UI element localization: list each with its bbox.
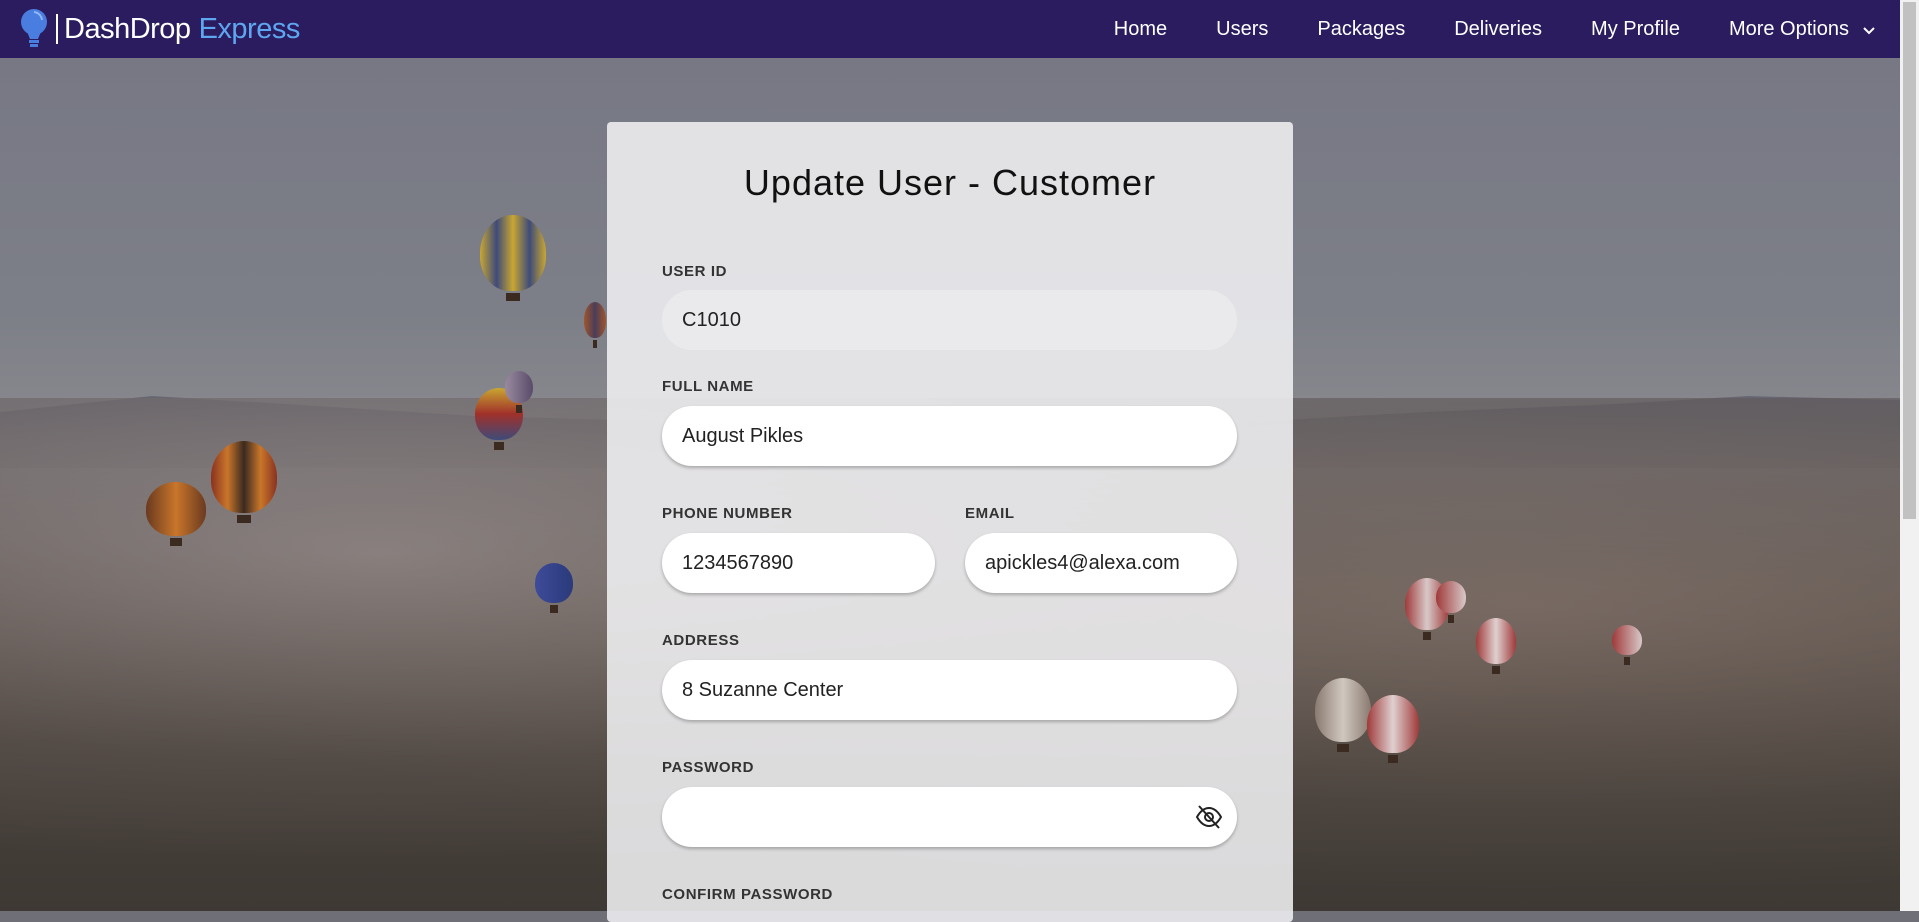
update-user-card: Update User - Customer USER ID C1010 FUL… — [607, 122, 1293, 922]
main-nav: Home Users Packages Deliveries My Profil… — [1114, 0, 1877, 58]
hot-air-balloon — [1476, 618, 1516, 674]
chevron-down-icon — [1861, 21, 1877, 37]
full-name-label: FULL NAME — [662, 378, 754, 395]
user-id-field: C1010 — [662, 290, 1237, 350]
address-label: ADDRESS — [662, 632, 740, 649]
hot-air-balloon — [1612, 625, 1642, 665]
nav-deliveries[interactable]: Deliveries — [1454, 18, 1542, 41]
password-field[interactable] — [662, 787, 1237, 847]
nav-my-profile[interactable]: My Profile — [1591, 18, 1680, 41]
brand-accent: Express — [198, 12, 301, 45]
brand-name: DashDrop — [64, 12, 191, 45]
hot-air-balloon — [1315, 678, 1371, 752]
hot-air-balloon — [211, 441, 277, 523]
nav-more-options-label: More Options — [1728, 17, 1849, 40]
full-name-field[interactable]: August Pikles — [662, 406, 1237, 466]
address-field[interactable]: 8 Suzanne Center — [662, 660, 1237, 720]
phone-number-label: PHONE NUMBER — [662, 505, 793, 522]
hot-air-balloon — [505, 371, 533, 413]
hot-air-balloon — [535, 563, 573, 613]
nav-more-options[interactable]: More Options — [1729, 18, 1877, 41]
hot-air-balloon — [480, 215, 546, 301]
nav-home[interactable]: Home — [1114, 18, 1167, 41]
email-label: EMAIL — [965, 505, 1015, 522]
brand-logo[interactable]: DashDrop Express — [20, 0, 300, 58]
phone-number-field[interactable]: 1234567890 — [662, 533, 935, 593]
password-label: PASSWORD — [662, 759, 755, 776]
nav-users[interactable]: Users — [1216, 18, 1268, 41]
confirm-password-label: CONFIRM PASSWORD — [662, 886, 833, 903]
email-field[interactable]: apickles4@alexa.com — [965, 533, 1237, 593]
hot-air-balloon — [584, 302, 606, 348]
hot-air-balloon — [1367, 695, 1419, 763]
user-id-label: USER ID — [662, 263, 728, 280]
brand-separator — [56, 14, 58, 44]
vertical-scrollbar[interactable] — [1900, 0, 1919, 911]
navbar: DashDrop Express Home Users Packages Del… — [0, 0, 1900, 58]
hot-air-balloon — [1436, 581, 1466, 623]
lightbulb-icon — [20, 7, 48, 51]
page-title: Update User - Customer — [743, 162, 1157, 203]
eye-slash-icon[interactable] — [1195, 804, 1223, 830]
nav-packages[interactable]: Packages — [1317, 18, 1405, 41]
scrollbar-thumb[interactable] — [1903, 2, 1916, 519]
hot-air-balloon — [146, 482, 206, 546]
